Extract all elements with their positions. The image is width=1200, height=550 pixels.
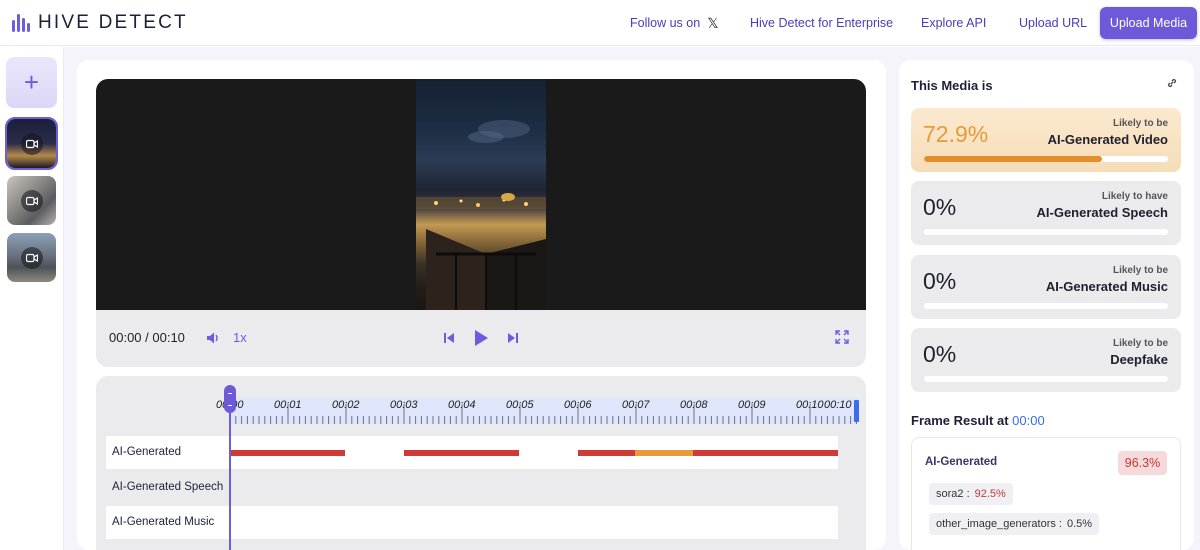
tick-label: 00:03	[390, 399, 418, 411]
fullscreen-icon[interactable]	[835, 330, 849, 348]
playhead-handle[interactable]	[224, 385, 236, 413]
row-label: AI-Generated	[112, 446, 182, 458]
playback-speed-button[interactable]: 1x	[233, 330, 247, 346]
x-logo-icon: 𝕏	[707, 14, 719, 31]
result-percent: 0%	[923, 341, 957, 367]
enterprise-link[interactable]: Hive Detect for Enterprise	[750, 0, 893, 46]
detection-segment	[578, 450, 635, 456]
results-title: This Media is	[911, 78, 993, 93]
row-label: AI-Generated Music	[112, 516, 215, 528]
tick-label: 00:10	[796, 399, 824, 411]
frame-result-time: 00:00	[1012, 413, 1045, 428]
detection-segment	[404, 450, 519, 456]
follow-us-link[interactable]: Follow us on 𝕏	[630, 0, 718, 46]
result-caption: Likely to be	[1112, 265, 1168, 276]
video-frame-image	[416, 120, 546, 310]
result-progress-bar	[924, 376, 1168, 382]
media-thumbnail-1[interactable]	[5, 117, 58, 170]
result-caption: Likely to be	[1112, 338, 1168, 349]
hive-detect-logo[interactable]: HIVE DETECT	[12, 12, 188, 34]
player-controls: 00:00 / 00:10 1x	[96, 310, 866, 367]
frame-class-label: AI-Generated	[925, 456, 998, 468]
result-percent: 72.9%	[923, 121, 989, 147]
playhead-line	[229, 410, 231, 550]
result-percent: 0%	[923, 194, 957, 220]
result-progress-bar	[924, 229, 1168, 235]
chip-value: 0.5%	[1066, 518, 1093, 530]
result-card-ai-video: 72.9% Likely to be AI-Generated Video	[911, 108, 1181, 172]
detection-segment	[635, 450, 693, 456]
add-media-button[interactable]: +	[6, 57, 57, 108]
hive-logo-icon	[12, 14, 30, 32]
tick-label: 00:05	[506, 399, 534, 411]
result-card-ai-music: 0% Likely to be AI-Generated Music	[911, 255, 1181, 319]
explore-api-link[interactable]: Explore API	[921, 0, 986, 46]
chip-key: other_image_generators :	[936, 518, 1062, 530]
tick-label: 00:04	[448, 399, 476, 411]
result-card-ai-speech: 0% Likely to have AI-Generated Speech	[911, 181, 1181, 245]
skip-forward-icon[interactable]	[506, 330, 520, 350]
model-score-chip: sora2 : 92.5%	[929, 483, 1013, 505]
result-progress-bar	[924, 303, 1168, 309]
video-camera-icon	[20, 189, 43, 212]
video-player[interactable]	[96, 79, 866, 310]
result-progress-bar	[924, 156, 1168, 162]
frame-score-badge: 96.3%	[1118, 451, 1167, 475]
tick-label: 00:08	[680, 399, 708, 411]
model-score-chip: other_image_generators : 0.5%	[929, 513, 1100, 535]
result-caption: Likely to have	[1101, 191, 1168, 202]
brand-name: HIVE DETECT	[38, 12, 188, 33]
result-label: AI-Generated Video	[1047, 132, 1168, 147]
result-label: Deepfake	[1110, 352, 1168, 367]
video-frame	[416, 79, 546, 310]
frame-result-label: Frame Result at	[911, 413, 1009, 428]
timeline-row-ai-music: AI-Generated Music	[106, 506, 838, 539]
media-sidebar: +	[0, 47, 64, 550]
follow-us-label: Follow us on	[630, 16, 701, 30]
tick-label: 00:07	[622, 399, 650, 411]
video-camera-icon	[20, 246, 43, 269]
play-icon[interactable]	[472, 328, 490, 352]
skip-back-icon[interactable]	[442, 330, 456, 350]
result-percent: 0%	[923, 268, 957, 294]
media-thumbnail-2[interactable]	[7, 176, 56, 225]
row-label: AI-Generated Speech	[112, 481, 224, 493]
top-navigation-bar: HIVE DETECT Follow us on 𝕏 Hive Detect f…	[0, 0, 1200, 46]
result-caption: Likely to be	[1112, 118, 1168, 129]
result-label: AI-Generated Music	[1045, 279, 1168, 294]
detection-segment	[693, 450, 838, 456]
chip-value: 92.5%	[974, 488, 1006, 500]
tick-label: 00:01	[274, 399, 302, 411]
result-card-deepfake: 0% Likely to be Deepfake	[911, 328, 1181, 392]
frame-result-title: Frame Result at 00:00	[911, 413, 1045, 428]
tick-label: 00:02	[332, 399, 360, 411]
share-link-icon[interactable]	[1166, 77, 1178, 92]
tick-label: 00:10	[824, 399, 852, 411]
tick-label: 00:09	[738, 399, 766, 411]
timeline-end-marker	[854, 400, 859, 422]
chip-key: sora2 :	[936, 488, 970, 500]
playback-time: 00:00 / 00:10	[109, 330, 185, 345]
timeline-row-ai-speech: AI-Generated Speech	[106, 471, 838, 504]
upload-url-link[interactable]: Upload URL	[1019, 0, 1087, 46]
video-camera-icon	[20, 132, 43, 155]
media-thumbnail-3[interactable]	[7, 233, 56, 282]
upload-media-button[interactable]: Upload Media	[1100, 7, 1197, 39]
tick-label: 00:06	[564, 399, 592, 411]
volume-icon[interactable]	[205, 330, 221, 350]
detection-segment	[231, 450, 345, 456]
result-label: AI-Generated Speech	[1036, 205, 1169, 220]
result-progress-fill	[924, 156, 1102, 162]
